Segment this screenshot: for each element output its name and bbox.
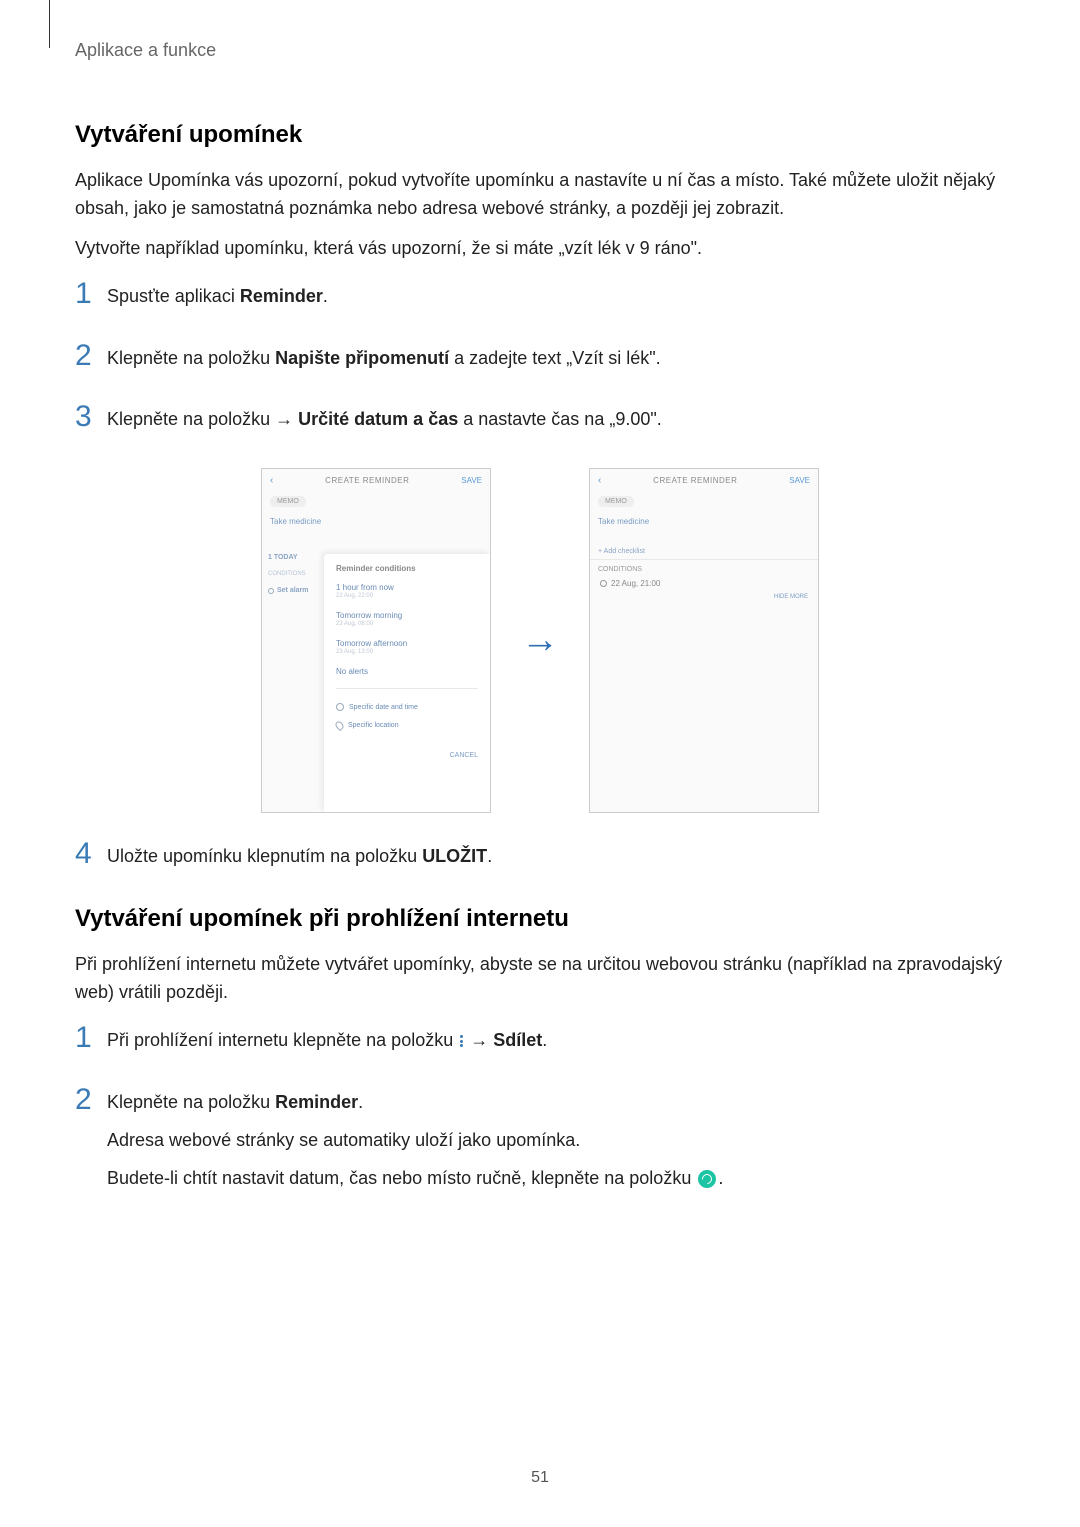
location-icon bbox=[334, 720, 345, 731]
memo-field: Take medicine bbox=[590, 511, 818, 544]
steps-list-2: 1 Při prohlížení internetu klepněte na p… bbox=[75, 1027, 1005, 1203]
steps-list-1b: 4 Uložte upomínku klepnutím na položku U… bbox=[75, 843, 1005, 881]
clock-icon bbox=[268, 588, 274, 594]
screenshot-row: ‹ CREATE REMINDER SAVE MEMO Take medicin… bbox=[75, 468, 1005, 813]
section-title-1: Vytváření upomínek bbox=[75, 121, 1005, 149]
paragraph: Vytvořte například upomínku, která vás u… bbox=[75, 235, 1005, 263]
memo-pill: MEMO bbox=[598, 496, 634, 507]
step-content: Klepněte na položku Reminder. Adresa web… bbox=[107, 1089, 1005, 1203]
phone-header: ‹ CREATE REMINDER SAVE bbox=[590, 469, 818, 492]
step-content: Klepněte na položku Napište připomenutí … bbox=[107, 345, 1005, 383]
step-content: Uložte upomínku klepnutím na položku ULO… bbox=[107, 843, 1005, 881]
phone-sidebar: 1 TODAY CONDITIONS Set alarm bbox=[262, 554, 324, 604]
phone-header: ‹ CREATE REMINDER SAVE bbox=[262, 469, 490, 492]
more-icon bbox=[460, 1035, 463, 1047]
steps-list-1: 1 Spusťte aplikaci Reminder. 2 Klepněte … bbox=[75, 283, 1005, 445]
memo-field: Take medicine bbox=[262, 511, 490, 544]
reminder-icon bbox=[698, 1170, 716, 1188]
back-icon: ‹ bbox=[598, 475, 601, 486]
clock-icon bbox=[336, 703, 344, 711]
step-number: 2 bbox=[75, 1085, 107, 1115]
step-2: 2 Klepněte na položku Napište připomenut… bbox=[75, 345, 1005, 383]
step-content: Klepněte na položku → Určité datum a čas… bbox=[107, 406, 1005, 444]
conditions-popup: Reminder conditions 1 hour from now 22 A… bbox=[324, 554, 490, 812]
arrow-icon: → bbox=[521, 619, 559, 662]
back-icon: ‹ bbox=[270, 475, 273, 486]
section-title-2: Vytváření upomínek při prohlížení intern… bbox=[75, 905, 1005, 933]
paragraph: Při prohlížení internetu můžete vytvářet… bbox=[75, 951, 1005, 1007]
phone-screenshot-1: ‹ CREATE REMINDER SAVE MEMO Take medicin… bbox=[261, 468, 491, 813]
step-number: 3 bbox=[75, 402, 107, 432]
step-number: 1 bbox=[75, 1023, 107, 1053]
step-1: 1 Spusťte aplikaci Reminder. bbox=[75, 283, 1005, 321]
step-3: 3 Klepněte na položku → Určité datum a č… bbox=[75, 406, 1005, 444]
step-number: 1 bbox=[75, 279, 107, 309]
step-1b: 1 Při prohlížení internetu klepněte na p… bbox=[75, 1027, 1005, 1065]
phone-screenshot-2: ‹ CREATE REMINDER SAVE MEMO Take medicin… bbox=[589, 468, 819, 813]
step-4: 4 Uložte upomínku klepnutím na položku U… bbox=[75, 843, 1005, 881]
step-2b: 2 Klepněte na položku Reminder. Adresa w… bbox=[75, 1089, 1005, 1203]
step-number: 4 bbox=[75, 839, 107, 869]
memo-pill: MEMO bbox=[270, 496, 306, 507]
page-header: Aplikace a funkce bbox=[75, 40, 1005, 61]
step-content: Spusťte aplikaci Reminder. bbox=[107, 283, 1005, 321]
clock-icon bbox=[600, 580, 607, 587]
step-content: Při prohlížení internetu klepněte na pol… bbox=[107, 1027, 1005, 1065]
page-number: 51 bbox=[0, 1469, 1080, 1487]
step-number: 2 bbox=[75, 341, 107, 371]
document-page: Aplikace a funkce Vytváření upomínek Apl… bbox=[0, 0, 1080, 1527]
cancel-button: CANCEL bbox=[336, 752, 478, 759]
paragraph: Aplikace Upomínka vás upozorní, pokud vy… bbox=[75, 167, 1005, 223]
